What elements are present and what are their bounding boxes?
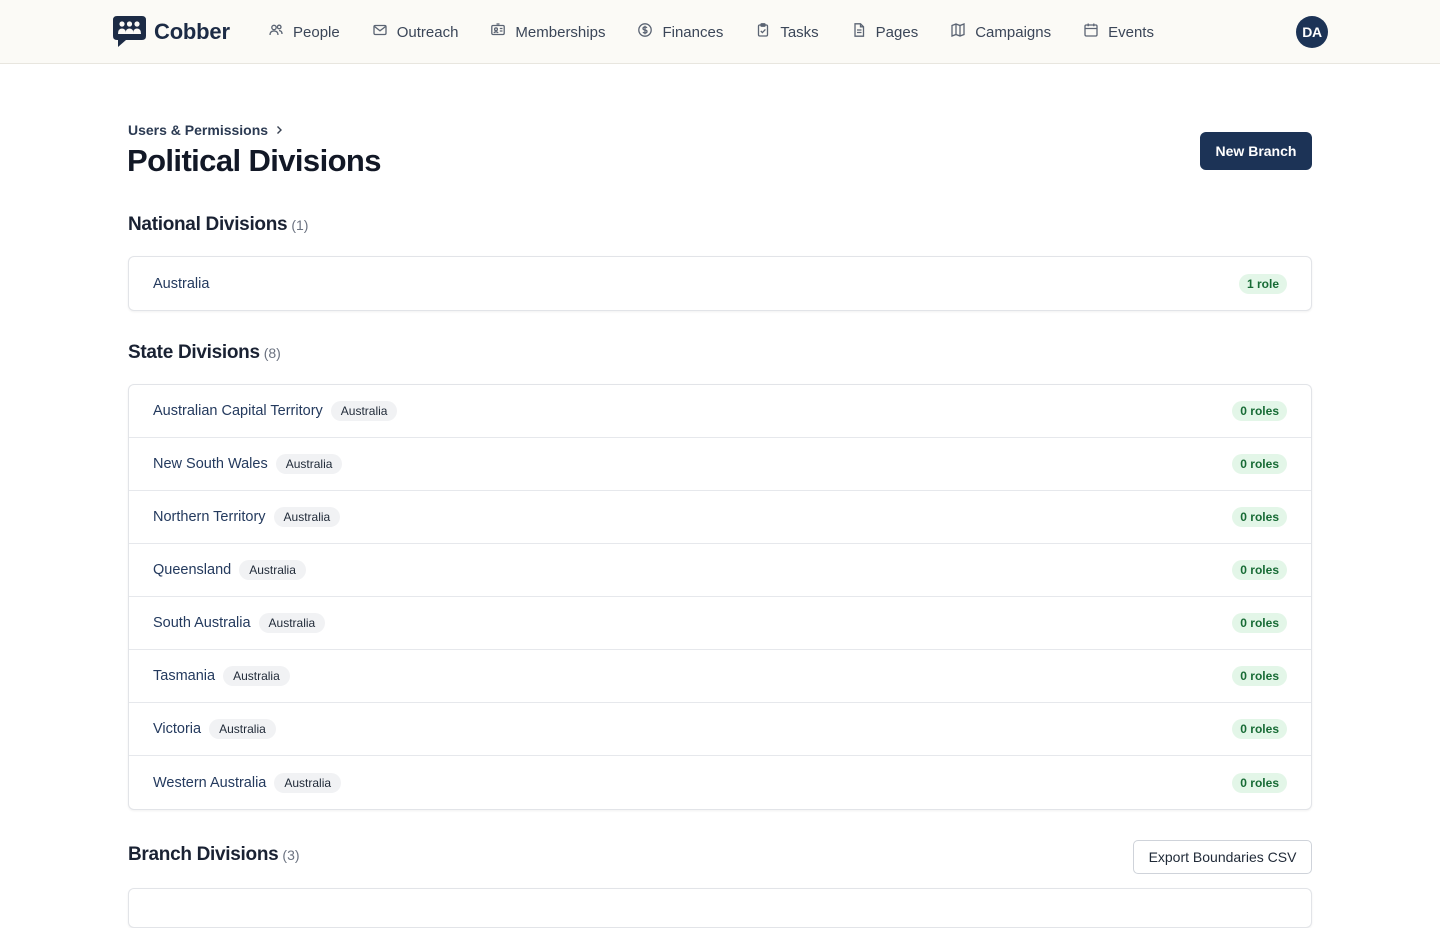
section-count: (1) [291, 217, 309, 233]
division-row[interactable]: Northern Territory Australia 0 roles [129, 491, 1311, 544]
calendar-icon [1083, 22, 1108, 42]
division-name: Western Australia [153, 774, 267, 791]
page-title: Political Divisions [127, 143, 382, 178]
nav-label: Memberships [515, 23, 606, 41]
section-count: (3) [282, 847, 300, 863]
export-boundaries-csv-button[interactable]: Export Boundaries CSV [1133, 840, 1312, 874]
id-card-icon [490, 22, 515, 42]
division-name: Victoria [153, 721, 202, 737]
roles-badge: 0 roles [1232, 613, 1287, 633]
parent-division-tag: Australia [223, 666, 290, 686]
division-row[interactable]: New South Wales Australia 0 roles [129, 438, 1311, 491]
division-name: South Australia [153, 615, 251, 631]
nav-item-pages[interactable]: Pages [851, 22, 919, 42]
speech-bubble-people-icon [112, 15, 147, 49]
main-nav: People Outreach Memberships Finances Tas… [268, 0, 1186, 64]
nav-label: People [293, 23, 340, 41]
parent-division-tag: Australia [274, 772, 342, 793]
document-icon [851, 22, 876, 42]
chevron-right-icon [268, 122, 284, 138]
clipboard-check-icon [755, 22, 780, 42]
app-logo[interactable]: Cobber [112, 15, 230, 49]
roles-badge: 0 roles [1232, 560, 1287, 580]
division-name: Australian Capital Territory [153, 403, 323, 419]
parent-division-tag: Australia [209, 719, 276, 739]
roles-badge: 0 roles [1232, 772, 1287, 793]
breadcrumb: Users & Permissions [128, 122, 284, 138]
parent-division-tag: Australia [239, 560, 306, 580]
division-name: New South Wales [153, 456, 268, 472]
roles-badge: 1 role [1238, 273, 1287, 294]
app-name: Cobber [154, 19, 230, 44]
top-nav-bar: Cobber People Outreach Memberships Finan… [0, 0, 1440, 64]
roles-badge: 0 roles [1232, 719, 1287, 739]
envelope-icon [372, 22, 397, 42]
nav-label: Outreach [396, 23, 459, 41]
nav-item-finances[interactable]: Finances [637, 22, 723, 42]
nav-item-tasks[interactable]: Tasks [755, 22, 819, 42]
branch-divisions-heading: Branch Divisions (3) [128, 844, 300, 866]
division-name: Australia [153, 275, 210, 292]
map-icon [950, 22, 975, 42]
section-count: (8) [263, 345, 281, 361]
nav-label: Tasks [780, 23, 819, 41]
roles-badge: 0 roles [1232, 454, 1287, 474]
division-row[interactable]: Australian Capital Territory Australia 0… [129, 385, 1311, 438]
division-row[interactable]: Victoria Australia 0 roles [129, 703, 1311, 756]
division-name: Northern Territory [153, 509, 266, 525]
division-name: Tasmania [153, 668, 216, 684]
parent-division-tag: Australia [273, 507, 341, 527]
nav-label: Events [1108, 23, 1154, 41]
dollar-circle-icon [637, 22, 662, 42]
roles-badge: 0 roles [1232, 401, 1287, 421]
branch-divisions-list [128, 888, 1312, 928]
nav-label: Pages [875, 23, 919, 41]
people-icon [268, 22, 293, 42]
nav-item-outreach[interactable]: Outreach [372, 22, 459, 42]
parent-division-tag: Australia [330, 401, 398, 421]
nav-item-people[interactable]: People [268, 22, 340, 42]
state-divisions-list: Australian Capital Territory Australia 0… [128, 384, 1312, 810]
division-name: Queensland [153, 562, 232, 578]
user-avatar[interactable]: DA [1296, 16, 1328, 48]
section-title-text: Branch Divisions [128, 844, 279, 865]
roles-badge: 0 roles [1232, 666, 1287, 686]
national-divisions-list: Australia 1 role [128, 256, 1312, 311]
division-row[interactable]: South Australia Australia 0 roles [129, 597, 1311, 650]
division-row[interactable]: Western Australia Australia 0 roles [129, 756, 1311, 809]
section-title-text: National Divisions [128, 214, 288, 235]
section-title-text: State Divisions [128, 342, 260, 363]
roles-badge: 0 roles [1232, 507, 1287, 527]
nav-item-campaigns[interactable]: Campaigns [950, 22, 1051, 42]
national-divisions-heading: National Divisions (1) [128, 214, 308, 236]
nav-label: Campaigns [975, 23, 1052, 41]
division-row[interactable]: Australia 1 role [129, 257, 1311, 310]
parent-division-tag: Australia [258, 613, 326, 633]
state-divisions-heading: State Divisions (8) [128, 342, 281, 364]
parent-division-tag: Australia [275, 454, 343, 474]
breadcrumb-link-users-permissions[interactable]: Users & Permissions [128, 122, 268, 138]
nav-item-events[interactable]: Events [1083, 22, 1154, 42]
nav-item-memberships[interactable]: Memberships [490, 22, 605, 42]
division-row[interactable]: Tasmania Australia 0 roles [129, 650, 1311, 703]
new-branch-button[interactable]: New Branch [1200, 132, 1312, 170]
division-row[interactable]: Queensland Australia 0 roles [129, 544, 1311, 597]
nav-label: Finances [662, 23, 724, 41]
